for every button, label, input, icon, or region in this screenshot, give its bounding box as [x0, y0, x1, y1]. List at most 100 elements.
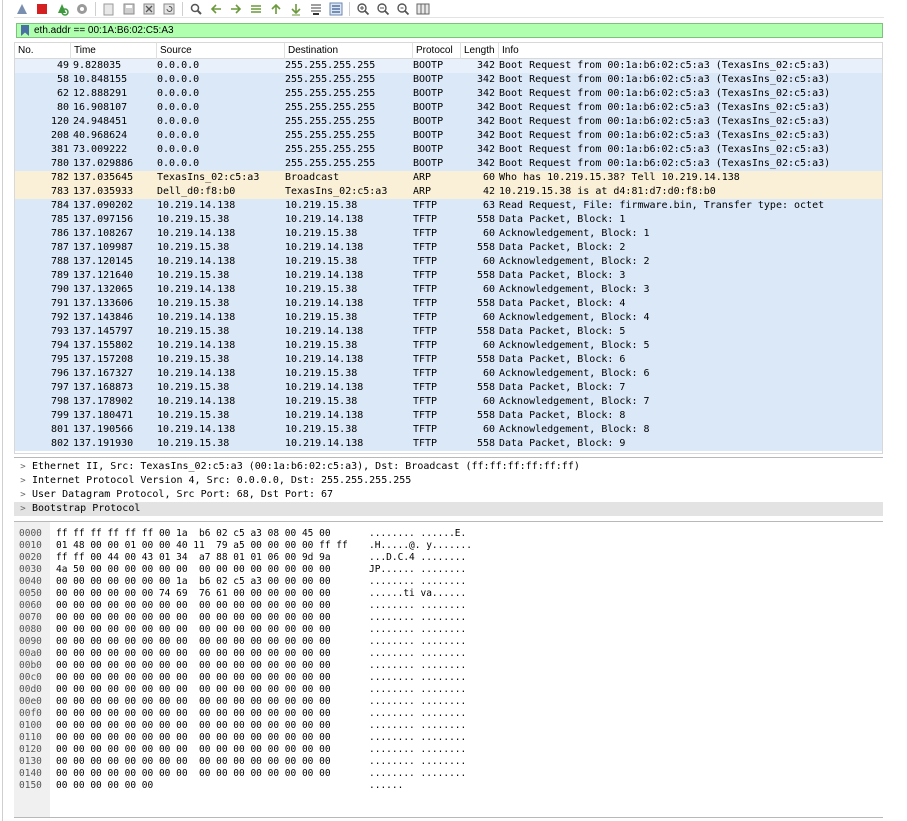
packet-row[interactable]: 789 137.121640 10.219.15.38 10.219.14.138 TF…	[15, 269, 882, 283]
hex-line[interactable]: 0140 00 00 00 00 00 00 00 00 00 00 00 00 …	[14, 768, 479, 780]
detail-tree-item[interactable]: > Bootstrap Protocol	[14, 502, 883, 516]
bookmark-icon[interactable]	[20, 25, 30, 36]
go-back-button[interactable]	[208, 2, 224, 16]
hex-line[interactable]: 0080 00 00 00 00 00 00 00 00 00 00 00 00 …	[14, 624, 479, 636]
packet-row[interactable]: 795 137.157208 10.219.15.38 10.219.14.138 TF…	[15, 353, 882, 367]
packet-row[interactable]: 792 137.143846 10.219.14.138 10.219.15.38 TF…	[15, 311, 882, 325]
expand-arrow-icon[interactable]: >	[14, 474, 32, 488]
hex-line[interactable]: 00a0 00 00 00 00 00 00 00 00 00 00 00 00 …	[14, 648, 479, 660]
packet-row[interactable]: 49 9.828035 0.0.0.0 255.255.255.255 BOOTP 342…	[15, 59, 882, 73]
packet-cell-no: 80	[56, 102, 69, 113]
packet-row[interactable]: 786 137.108267 10.219.14.138 10.219.15.38 TF…	[15, 227, 882, 241]
packet-row[interactable]: 790 137.132065 10.219.14.138 10.219.15.38 TF…	[15, 283, 882, 297]
packet-row[interactable]: 208 40.968624 0.0.0.0 255.255.255.255 BOOTP 3…	[15, 129, 882, 143]
packet-row[interactable]: 784 137.090202 10.219.14.138 10.219.15.38 TF…	[15, 199, 882, 213]
hex-line[interactable]: 0100 00 00 00 00 00 00 00 00 00 00 00 00 …	[14, 720, 479, 732]
column-header-info[interactable]: Info	[499, 43, 882, 59]
detail-tree-item[interactable]: > User Datagram Protocol, Src Port: 68, D…	[14, 488, 883, 502]
packet-cell-proto: BOOTP	[413, 130, 444, 141]
column-header-protocol[interactable]: Protocol	[413, 43, 461, 59]
hex-line[interactable]: 0150 00 00 00 00 00 00......	[14, 780, 479, 792]
packet-row[interactable]: 788 137.120145 10.219.14.138 10.219.15.38 TF…	[15, 255, 882, 269]
column-header-no[interactable]: No.	[15, 43, 71, 59]
detail-tree-item[interactable]: > Internet Protocol Version 4, Src: 0.0.0…	[14, 474, 883, 488]
reload-button[interactable]	[161, 2, 177, 16]
options-gear-button[interactable]	[74, 2, 90, 16]
colorize-button[interactable]	[328, 2, 344, 16]
expand-arrow-icon[interactable]: >	[14, 488, 32, 502]
hex-ascii: .H.....@. y.......	[369, 540, 472, 551]
packet-row[interactable]: 787 137.109987 10.219.15.38 10.219.14.138 TF…	[15, 241, 882, 255]
shark-fin-button[interactable]	[14, 2, 30, 16]
packet-cell-time: 137.029886	[73, 158, 134, 169]
go-forward-button[interactable]	[228, 2, 244, 16]
first-packet-button[interactable]	[268, 2, 284, 16]
packet-cell-dst: 10.219.14.138	[285, 326, 364, 337]
normal-size-button[interactable]	[395, 2, 411, 16]
hex-line[interactable]: 0050 00 00 00 00 00 00 74 69 76 61 00 00 …	[14, 588, 479, 600]
stop-button[interactable]	[34, 2, 50, 16]
packet-cell-time: 137.145797	[73, 326, 134, 337]
hex-line[interactable]: 0060 00 00 00 00 00 00 00 00 00 00 00 00 …	[14, 600, 479, 612]
close-file-button[interactable]	[141, 2, 157, 16]
column-header-source[interactable]: Source	[157, 43, 285, 59]
packet-row[interactable]: 797 137.168873 10.219.15.38 10.219.14.138 TF…	[15, 381, 882, 395]
hex-line[interactable]: 0000 ff ff ff ff ff ff 00 1a b6 02 c5 a3 …	[14, 528, 479, 540]
hex-ascii: ........ ........	[369, 744, 467, 755]
packet-row[interactable]: 796 137.167327 10.219.14.138 10.219.15.38 TF…	[15, 367, 882, 381]
packet-row[interactable]: 801 137.190566 10.219.14.138 10.219.15.38 TF…	[15, 423, 882, 437]
hex-line[interactable]: 0010 01 48 00 00 01 00 00 40 11 79 a5 00 …	[14, 540, 479, 552]
resize-columns-button[interactable]	[415, 2, 431, 16]
packet-row[interactable]: 798 137.178902 10.219.14.138 10.219.15.38 TF…	[15, 395, 882, 409]
save-file-button[interactable]	[121, 2, 137, 16]
packet-row[interactable]: 780 137.029886 0.0.0.0 255.255.255.255 BOOTP…	[15, 157, 882, 171]
packet-row[interactable]: 782 137.035645 TexasIns_02:c5:a3 Broadcast A…	[15, 171, 882, 185]
packet-row[interactable]: 791 137.133606 10.219.15.38 10.219.14.138 TF…	[15, 297, 882, 311]
hex-line[interactable]: 00c0 00 00 00 00 00 00 00 00 00 00 00 00 …	[14, 672, 479, 684]
packet-row[interactable]: 785 137.097156 10.219.15.38 10.219.14.138 TF…	[15, 213, 882, 227]
column-header-destination[interactable]: Destination	[285, 43, 413, 59]
autoscroll-button[interactable]	[308, 2, 324, 16]
display-filter-input[interactable]	[34, 24, 854, 37]
expand-arrow-icon[interactable]: >	[14, 460, 32, 474]
go-to-packet-button[interactable]	[248, 2, 264, 16]
hex-line[interactable]: 0020 ff ff 00 44 00 43 01 34 a7 88 01 01 …	[14, 552, 479, 564]
packet-row[interactable]: 802 137.191930 10.219.15.38 10.219.14.138 TF…	[15, 437, 882, 451]
packet-row[interactable]: 794 137.155802 10.219.14.138 10.219.15.38 TF…	[15, 339, 882, 353]
detail-tree-item[interactable]: > Ethernet II, Src: TexasIns_02:c5:a3 (00…	[14, 460, 883, 474]
expand-arrow-icon[interactable]: >	[14, 502, 32, 516]
hex-line[interactable]: 0090 00 00 00 00 00 00 00 00 00 00 00 00 …	[14, 636, 479, 648]
hex-line[interactable]: 0030 4a 50 00 00 00 00 00 00 00 00 00 00 …	[14, 564, 479, 576]
wireshark-window: No. Time Source Destination Protocol Len…	[0, 0, 907, 821]
packet-row[interactable]: 799 137.180471 10.219.15.38 10.219.14.138 TF…	[15, 409, 882, 423]
find-button[interactable]	[188, 2, 204, 16]
packet-cell-dst: 255.255.255.255	[285, 74, 376, 85]
restart-button[interactable]	[54, 2, 70, 16]
packet-row[interactable]: 793 137.145797 10.219.15.38 10.219.14.138 TF…	[15, 325, 882, 339]
hex-line[interactable]: 0040 00 00 00 00 00 00 00 1a b6 02 c5 a3 …	[14, 576, 479, 588]
column-header-time[interactable]: Time	[71, 43, 157, 59]
column-header-length[interactable]: Length	[461, 43, 499, 59]
packet-row[interactable]: 80 16.908107 0.0.0.0 255.255.255.255 BOOTP 34…	[15, 101, 882, 115]
packet-list[interactable]: No. Time Source Destination Protocol Len…	[14, 42, 883, 454]
packet-row[interactable]: 62 12.888291 0.0.0.0 255.255.255.255 BOOTP 34…	[15, 87, 882, 101]
packet-cell-info: Acknowledgement, Block: 2	[499, 256, 650, 267]
packet-row[interactable]: 783 137.035933 Dell_d0:f8:b0 TexasIns_02:c5…	[15, 185, 882, 199]
open-file-button[interactable]	[101, 2, 117, 16]
hex-line[interactable]: 0070 00 00 00 00 00 00 00 00 00 00 00 00 …	[14, 612, 479, 624]
packet-row[interactable]: 58 10.848155 0.0.0.0 255.255.255.255 BOOTP 34…	[15, 73, 882, 87]
packet-row[interactable]: 120 24.948451 0.0.0.0 255.255.255.255 BOOTP 3…	[15, 115, 882, 129]
hex-line[interactable]: 00f0 00 00 00 00 00 00 00 00 00 00 00 00 …	[14, 708, 479, 720]
packet-row[interactable]: 381 73.009222 0.0.0.0 255.255.255.255 BOOTP 3…	[15, 143, 882, 157]
hex-line[interactable]: 0110 00 00 00 00 00 00 00 00 00 00 00 00 …	[14, 732, 479, 744]
hex-line[interactable]: 00e0 00 00 00 00 00 00 00 00 00 00 00 00 …	[14, 696, 479, 708]
hex-line[interactable]: 0120 00 00 00 00 00 00 00 00 00 00 00 00 …	[14, 744, 479, 756]
packet-cell-info: Acknowledgement, Block: 8	[499, 424, 650, 435]
packet-cell-dst: 10.219.14.138	[285, 270, 364, 281]
last-packet-button[interactable]	[288, 2, 304, 16]
hex-line[interactable]: 00d0 00 00 00 00 00 00 00 00 00 00 00 00 …	[14, 684, 479, 696]
zoom-in-button[interactable]	[355, 2, 371, 16]
hex-line[interactable]: 00b0 00 00 00 00 00 00 00 00 00 00 00 00 …	[14, 660, 479, 672]
zoom-out-button[interactable]	[375, 2, 391, 16]
hex-line[interactable]: 0130 00 00 00 00 00 00 00 00 00 00 00 00 …	[14, 756, 479, 768]
